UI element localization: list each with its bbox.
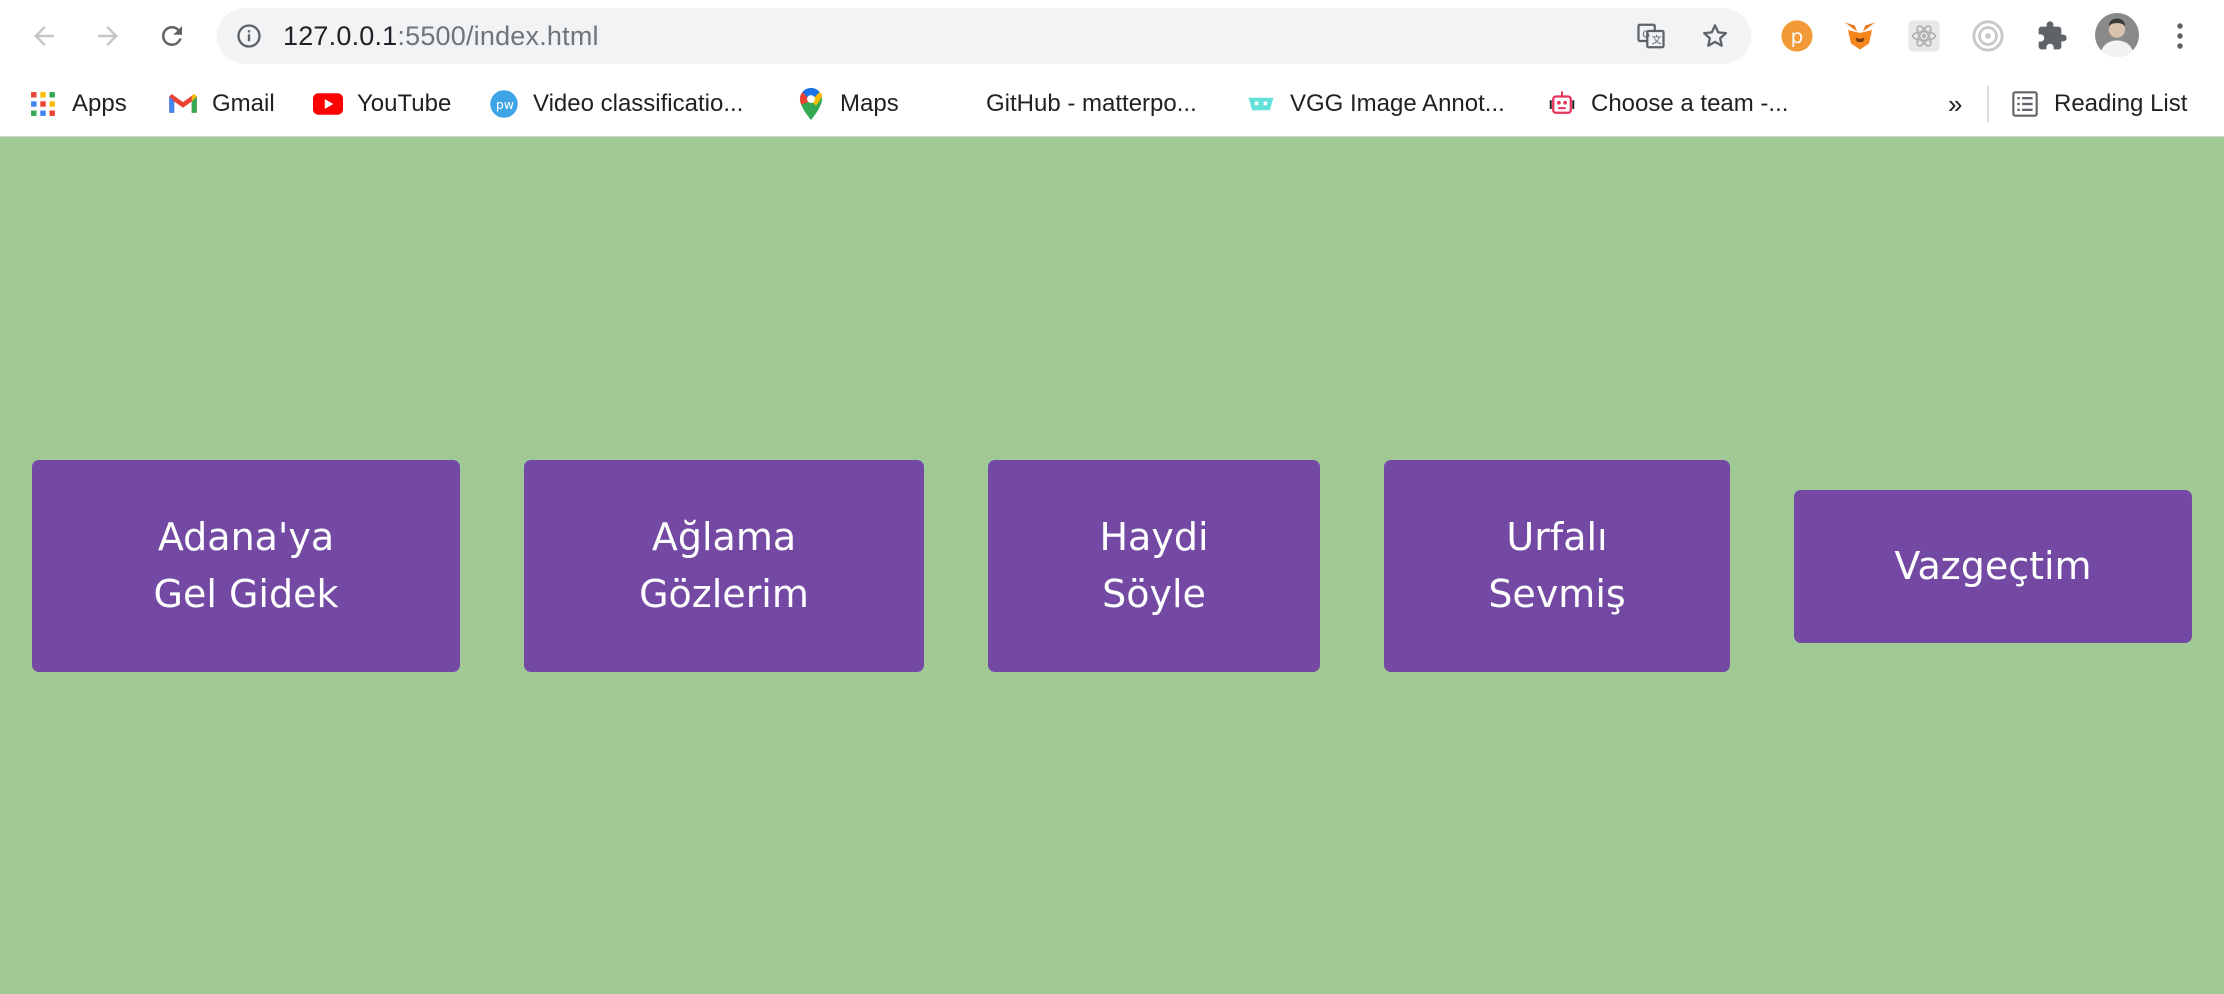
- reading-list-label: Reading List: [2054, 90, 2188, 117]
- react-devtools-icon[interactable]: [1904, 16, 1944, 56]
- back-arrow-icon: [34, 26, 54, 46]
- vgg-icon: [1246, 89, 1276, 119]
- bookmark-github[interactable]: GitHub - matterpo...: [986, 82, 1197, 126]
- browser-toolbar: 127.0.0.1:5500/index.html G文 p: [0, 0, 2224, 72]
- translate-icon[interactable]: G文: [1635, 20, 1667, 52]
- bookmark-vgg[interactable]: VGG Image Annot...: [1246, 82, 1505, 126]
- bookmark-label: Gmail: [212, 90, 275, 117]
- url-text[interactable]: 127.0.0.1:5500/index.html: [283, 8, 599, 64]
- bookmark-label: Apps: [72, 90, 127, 117]
- back-button[interactable]: [22, 14, 66, 58]
- forward-arrow-icon: [98, 26, 118, 46]
- bookmarks-bar: Apps Gmail YouTube pw Video classificati…: [0, 72, 2224, 136]
- page-content: Adana'ya Gel Gidek Ağlama Gözlerim Haydi…: [0, 137, 2224, 994]
- song-button-urfali-sevmis[interactable]: Urfalı Sevmiş: [1384, 460, 1730, 672]
- bookmarks-divider: [1987, 86, 1989, 122]
- bookmark-gmail[interactable]: Gmail: [168, 82, 275, 126]
- bookmark-choose-team[interactable]: Choose a team -...: [1547, 82, 1788, 126]
- youtube-icon: [313, 89, 343, 119]
- song-button-vazgectim[interactable]: Vazgeçtim: [1794, 490, 2192, 643]
- extensions-puzzle-icon[interactable]: [2032, 16, 2072, 56]
- profile-avatar[interactable]: [2094, 12, 2140, 58]
- address-bar[interactable]: 127.0.0.1:5500/index.html G文: [217, 8, 1751, 64]
- bookmark-youtube[interactable]: YouTube: [313, 82, 451, 126]
- svg-text:p: p: [1791, 25, 1804, 48]
- pwc-icon: pw: [489, 89, 519, 119]
- svg-text:文: 文: [1652, 34, 1662, 47]
- url-path: :5500/index.html: [397, 21, 599, 51]
- svg-text:G: G: [1642, 29, 1650, 40]
- bookmark-label: GitHub - matterpo...: [986, 90, 1197, 117]
- bookmark-label: YouTube: [357, 90, 452, 117]
- more-vertical-icon: [2177, 23, 2183, 49]
- bookmark-label: VGG Image Annot...: [1290, 90, 1505, 117]
- browser-chrome: 127.0.0.1:5500/index.html G文 p Apps Gmai…: [0, 0, 2224, 137]
- song-button-aglama-gozlerim[interactable]: Ağlama Gözlerim: [524, 460, 924, 672]
- bookmark-label: Choose a team -...: [1591, 90, 1789, 117]
- bookmark-apps[interactable]: Apps: [28, 82, 127, 126]
- maps-pin-icon: [796, 88, 826, 120]
- reading-list-icon: [2010, 89, 2040, 119]
- url-host: 127.0.0.1: [283, 21, 398, 51]
- reading-list-button[interactable]: Reading List: [2010, 82, 2187, 126]
- site-info-icon[interactable]: [235, 22, 263, 50]
- apps-grid-icon: [28, 89, 58, 119]
- robot-icon: [1547, 89, 1577, 119]
- overflow-chevron: »: [1948, 88, 1963, 119]
- bookmarks-overflow-button[interactable]: »: [1948, 82, 1962, 126]
- metamask-fox-icon[interactable]: [1840, 16, 1880, 56]
- bookmark-maps[interactable]: Maps: [796, 82, 899, 126]
- reload-button[interactable]: [150, 14, 194, 58]
- bookmark-star-icon[interactable]: [1699, 20, 1731, 52]
- svg-text:pw: pw: [496, 97, 514, 112]
- bookmark-label: Video classificatio...: [533, 90, 744, 117]
- forward-button[interactable]: [86, 14, 130, 58]
- song-button-adanaya-gel-gidek[interactable]: Adana'ya Gel Gidek: [32, 460, 460, 672]
- bookmark-label: Maps: [840, 90, 899, 117]
- bookmark-video-classification[interactable]: pw Video classificatio...: [489, 82, 743, 126]
- avatar-icon: [2095, 13, 2139, 57]
- song-button-haydi-soyle[interactable]: Haydi Söyle: [988, 460, 1320, 672]
- target-extension-icon[interactable]: [1968, 16, 2008, 56]
- reload-icon: [161, 25, 182, 46]
- gmail-icon: [168, 89, 198, 119]
- browser-menu-button[interactable]: [2160, 16, 2200, 56]
- extension-p-icon[interactable]: p: [1777, 16, 1817, 56]
